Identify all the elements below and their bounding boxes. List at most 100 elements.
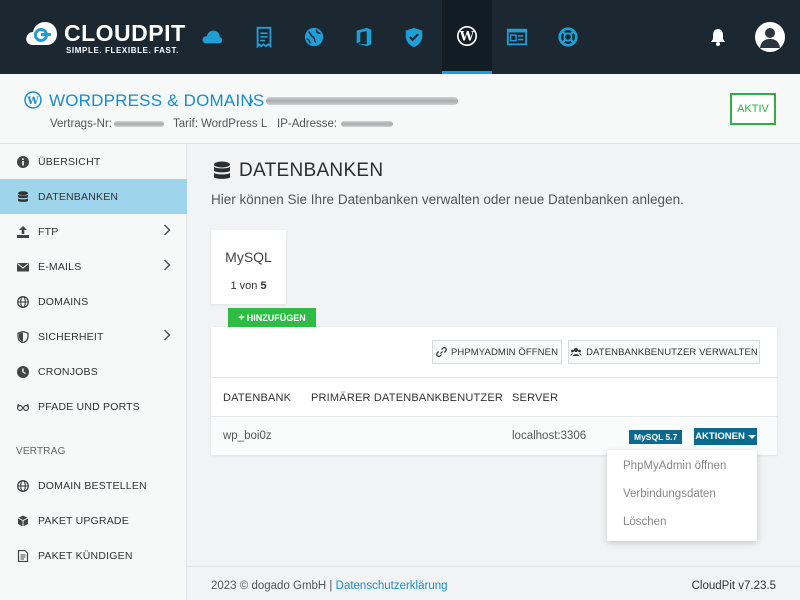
cloudpit-logo-icon [26,22,57,45]
database-list-panel: PHPMYADMIN ÖFFNEN DATENBANKBENUTZER VERW… [211,327,777,455]
chevron-right-icon [163,329,171,341]
sidebar-item-domains[interactable]: DOMAINS [0,284,187,319]
ip-address-label: IP-Adresse: [277,118,338,130]
tarif-value: WordPress L [201,118,268,130]
database-usage-count: 1 von 5 [230,280,267,292]
shield-icon [17,330,29,343]
sidebar-item-cronjobs[interactable]: CRONJOBS [0,354,187,389]
nav-security[interactable] [389,0,439,74]
table-header: DATENBANK PRIMÄRER DATENBANKBENUTZER SER… [211,377,777,417]
sidebar-item-emails[interactable]: E-MAILS [0,249,187,284]
globe-icon [304,27,324,47]
caret-down-icon [747,434,756,439]
sidebar-item-uebersicht[interactable]: ÜBERSICHT [0,144,187,179]
glasses-icon [17,401,29,413]
app-version: CloudPit v7.23.5 [691,580,776,592]
nav-globe[interactable] [289,0,339,74]
redacted-contract-number [114,121,164,127]
upload-icon [17,225,29,238]
phpmyadmin-open-button[interactable]: PHPMYADMIN ÖFFNEN [432,340,562,364]
column-header-primary-user[interactable]: PRIMÄRER DATENBANKBENUTZER [311,392,503,404]
bell-icon[interactable] [708,27,728,47]
wordpress-icon: W [457,25,477,46]
globe-icon [17,479,29,492]
breadcrumb-chevron-icon: › [248,90,254,110]
tarif-label: Tarif: [173,118,198,130]
nav-office[interactable] [339,0,389,74]
sidebar-item-label: SICHERHEIT [38,330,104,343]
database-type-card[interactable]: MySQL 1 von 5 [211,230,286,304]
page-subtitle: Hier können Sie Ihre Datenbanken verwalt… [211,192,684,207]
sidebar-item-pfade-und-ports[interactable]: PFADE UND PORTS [0,389,187,424]
globe-icon [17,295,29,308]
office-icon [356,27,372,47]
sidebar-item-label: PFADE UND PORTS [38,400,140,413]
sidebar-item-label: PAKET KÜNDIGEN [38,549,133,562]
menu-item-phpmyadmin[interactable]: PhpMyAdmin öffnen [623,460,726,472]
chevron-right-icon [163,224,171,236]
footer: 2023 © dogado GmbH | Datenschutzerklärun… [187,566,800,600]
sidebar-item-label: FTP [38,225,59,238]
nav-wordpress[interactable]: W [442,0,492,74]
top-navigation-bar: CLOUDPIT SIMPLE. FLEXIBLE. FAST. W [0,0,800,74]
info-icon [17,155,29,168]
database-name: wp_boi0z [223,430,272,442]
nav-support[interactable] [543,0,593,74]
sidebar-item-datenbanken[interactable]: DATENBANKEN [0,179,187,214]
page-title-text: DATENBANKEN [239,160,384,181]
sidebar-item-label: CRONJOBS [38,365,98,378]
database-type-name: MySQL [225,249,272,265]
cube-icon [17,515,29,527]
wordpress-icon: W [24,91,42,109]
sidebar-item-paket-kuendigen[interactable]: PAKET KÜNDIGEN [0,538,187,573]
cloud-icon [202,30,223,44]
sidebar-item-domain-bestellen[interactable]: DOMAIN BESTELLEN [0,468,187,503]
privacy-policy-link[interactable]: Datenschutzerklärung [336,580,448,592]
sidebar-item-label: PAKET UPGRADE [38,514,129,527]
menu-item-connection-details[interactable]: Verbindungsdaten [623,488,716,500]
contract-number-label: Vertrags-Nr: [50,118,112,130]
brand-name: CLOUDPIT [64,20,186,46]
column-header-database[interactable]: DATENBANK [223,392,291,404]
sidebar-item-sicherheit[interactable]: SICHERHEIT [0,319,187,354]
envelope-icon [17,261,29,273]
add-database-button[interactable]: + HINZUFÜGEN [228,308,316,328]
status-badge[interactable]: AKTIV [730,93,776,125]
link-icon [436,347,447,357]
shield-icon [405,27,423,48]
footer-copyright: 2023 © dogado GmbH | Datenschutzerklärun… [211,580,448,592]
page-header: W WORDPRESS & DOMAINS › Vertrags-Nr: Tar… [0,74,800,144]
sidebar: ÜBERSICHT DATENBANKEN FTP E-MAILS DOMAIN… [0,144,187,600]
sidebar-section-vertrag: VERTRAG [16,446,66,457]
cloudpit-logo[interactable]: CLOUDPIT SIMPLE. FLEXIBLE. FAST. [24,18,186,58]
menu-item-delete[interactable]: Löschen [623,516,666,528]
nav-cloud[interactable] [187,0,237,74]
page-title: DATENBANKEN [213,160,383,182]
column-header-server[interactable]: SERVER [512,392,558,404]
sidebar-item-label: DATENBANKEN [38,190,119,203]
actions-dropdown-menu: PhpMyAdmin öffnen Verbindungsdaten Lösch… [607,450,757,541]
mysql-version-badge: MySQL 5.7 [629,430,683,444]
lifebuoy-icon [558,27,578,47]
manage-database-users-button[interactable]: DATENBANKBENUTZER VERWALTEN [568,340,760,364]
svg-text:W: W [459,29,475,44]
invoice-icon [256,26,272,48]
breadcrumb-title[interactable]: WORDPRESS & DOMAINS [49,91,264,111]
sidebar-item-paket-upgrade[interactable]: PAKET UPGRADE [0,503,187,538]
sidebar-item-label: DOMAINS [38,295,89,308]
nav-invoices[interactable] [239,0,289,74]
database-icon [214,161,230,179]
sidebar-item-ftp[interactable]: FTP [0,214,187,249]
actions-dropdown-button[interactable]: AKTIONEN [694,428,757,445]
redacted-ip-address [341,121,393,127]
sidebar-item-label: ÜBERSICHT [38,155,101,168]
brand-tagline: SIMPLE. FLEXIBLE. FAST. [66,46,179,55]
user-avatar-icon[interactable] [755,22,785,52]
nav-webpage[interactable] [492,0,542,74]
webpage-icon [506,28,528,46]
sidebar-item-label: DOMAIN BESTELLEN [38,479,147,492]
users-icon [570,348,582,356]
redacted-domain [266,97,458,105]
database-icon [17,190,29,203]
chevron-right-icon [163,259,171,271]
